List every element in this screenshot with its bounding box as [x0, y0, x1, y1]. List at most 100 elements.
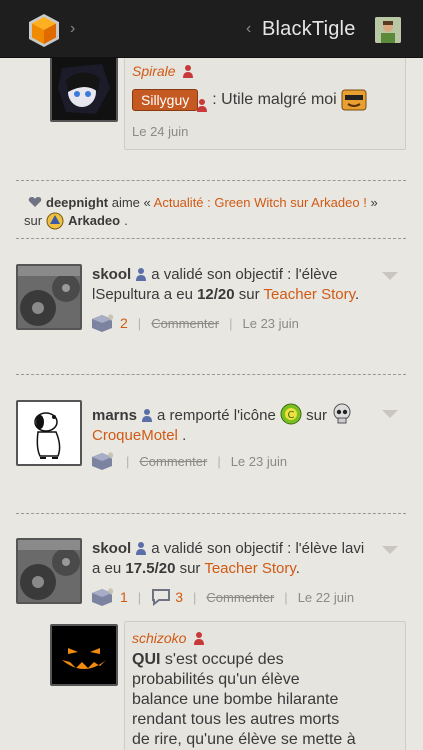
activity-date: Le 23 juin: [242, 315, 299, 331]
separator-pipe: |: [126, 453, 130, 469]
like-count: 1: [120, 589, 128, 605]
logo-chevron-icon[interactable]: ›: [70, 20, 75, 38]
comment-line: probabilités qu'un élève: [132, 671, 300, 688]
avatar[interactable]: [16, 538, 82, 604]
activity-actions: | Commenter | Le 23 juin: [92, 451, 287, 471]
activity-sur: sur: [306, 407, 327, 424]
separator-pipe: |: [137, 589, 142, 605]
feed-content[interactable]: Spirale Sillyguy : Utile malgré moi Le 2…: [0, 58, 423, 750]
comment-line: s'est occupé des: [164, 651, 284, 668]
activity-date: Le 23 juin: [230, 453, 288, 469]
like-on: sur: [24, 213, 43, 228]
separator-pipe: |: [192, 589, 197, 605]
activity-line1: a remporté l'icône: [157, 407, 276, 424]
header-avatar[interactable]: [375, 17, 401, 43]
activity-sur: sur: [238, 286, 260, 303]
activity-line2: a eu: [92, 560, 122, 577]
chevron-down-icon[interactable]: [382, 546, 398, 554]
like-button[interactable]: [92, 451, 116, 471]
avatar[interactable]: [50, 58, 118, 122]
activity-user[interactable]: skool: [92, 540, 131, 557]
activity-score: 17.5/20: [125, 560, 176, 577]
activity-line1: a validé son objectif : l'élève: [151, 266, 338, 283]
like-button[interactable]: 2: [92, 313, 128, 333]
activity-text: marns a remporté l'icône C sur CroqueMote…: [92, 403, 392, 446]
avatar[interactable]: [16, 264, 82, 330]
user-silhouette-icon: [183, 65, 194, 78]
user-badge[interactable]: Sillyguy: [132, 89, 199, 111]
activity-period: .: [182, 427, 187, 444]
comment-button[interactable]: Commenter: [206, 590, 274, 605]
like-cube-icon: [92, 452, 114, 470]
back-chevron-icon[interactable]: ‹: [246, 20, 251, 38]
like-button[interactable]: 1: [92, 587, 128, 607]
separator-pipe: |: [284, 589, 288, 605]
activity-line1: a validé son objectif : l'élève lavi: [151, 540, 365, 557]
like-close: »: [370, 195, 378, 210]
avatar[interactable]: [16, 400, 82, 466]
skull-icon: [333, 403, 351, 424]
like-cube-icon: [92, 588, 114, 606]
separator-pipe: |: [137, 315, 142, 331]
comment-line: rendant tous les autres morts: [132, 711, 340, 728]
activity-period: .: [354, 286, 360, 303]
comment-line: balance une bombe hilarante: [132, 691, 339, 708]
heart-icon: [28, 197, 42, 207]
trophy-icon: C: [280, 403, 302, 425]
divider: [16, 513, 406, 514]
activity-user[interactable]: marns: [92, 407, 137, 424]
news-link[interactable]: Actualité : Green Witch sur Arkadeo !: [154, 195, 367, 210]
separator-pipe: |: [217, 453, 221, 469]
activity-actions: 2 | Commenter | Le 23 juin: [92, 313, 299, 333]
user-silhouette-icon: [136, 268, 147, 281]
activity-user[interactable]: skool: [92, 266, 131, 283]
activity-score: 12/20: [197, 286, 235, 303]
game-link[interactable]: Teacher Story: [264, 286, 355, 303]
top-bar: › ‹ BlackTigle: [0, 0, 423, 58]
avatar[interactable]: [50, 624, 118, 686]
comment-author[interactable]: Spirale: [132, 63, 176, 79]
user-silhouette-icon: [136, 542, 147, 555]
comment-body: QUI s'est occupé des probabilités qu'un …: [132, 650, 402, 750]
profile-title[interactable]: BlackTigle: [262, 18, 356, 41]
like-activity: deepnight aime « Actualité : Green Witch…: [28, 193, 398, 213]
activity-line2: lSepultura a eu: [92, 286, 193, 303]
game-link[interactable]: CroqueMotel: [92, 427, 178, 444]
activity-text: skool a validé son objectif : l'élève lav…: [92, 539, 392, 579]
activity-text: skool a validé son objectif : l'élève lSe…: [92, 265, 392, 305]
arkadeo-icon: [46, 212, 64, 230]
chevron-down-icon[interactable]: [382, 410, 398, 418]
comments-button[interactable]: 3: [151, 588, 183, 606]
comment-line: de rire, qu'une élève se mette à: [132, 731, 356, 748]
group-link[interactable]: Arkadeo: [68, 211, 120, 231]
comment-button[interactable]: Commenter: [151, 316, 219, 331]
user-silhouette-icon: [142, 409, 153, 422]
like-period: .: [124, 213, 128, 228]
like-count: 2: [120, 315, 128, 331]
divider: [16, 238, 406, 239]
comment-button[interactable]: Commenter: [139, 454, 207, 469]
comment-bold: QUI: [132, 651, 161, 668]
comment-text: : Utile malgré moi: [212, 91, 337, 108]
activity-date: Le 22 juin: [297, 589, 355, 605]
chevron-down-icon[interactable]: [382, 272, 398, 280]
like-user[interactable]: deepnight: [46, 195, 108, 210]
separator-pipe: |: [229, 315, 233, 331]
game-link[interactable]: Teacher Story: [204, 560, 295, 577]
like-cube-icon: [92, 314, 114, 332]
comment-date: Le 24 juin: [132, 124, 189, 139]
user-silhouette-icon: [197, 99, 208, 112]
cool-smiley-icon: [341, 89, 367, 111]
comment-author[interactable]: schizoko: [132, 630, 186, 646]
divider: [16, 374, 406, 375]
activity-actions: 1 | 3 | Commenter | Le 22 juin: [92, 587, 354, 607]
user-silhouette-icon: [194, 632, 205, 645]
divider: [16, 180, 406, 181]
activity-sur: sur: [179, 560, 201, 577]
orange-cube-logo-icon[interactable]: [26, 12, 62, 48]
speech-bubble-icon: [152, 589, 171, 606]
comment-count: 3: [175, 589, 183, 605]
like-verb: aime «: [111, 195, 151, 210]
svg-text:C: C: [287, 410, 294, 421]
activity-period: .: [295, 560, 300, 577]
